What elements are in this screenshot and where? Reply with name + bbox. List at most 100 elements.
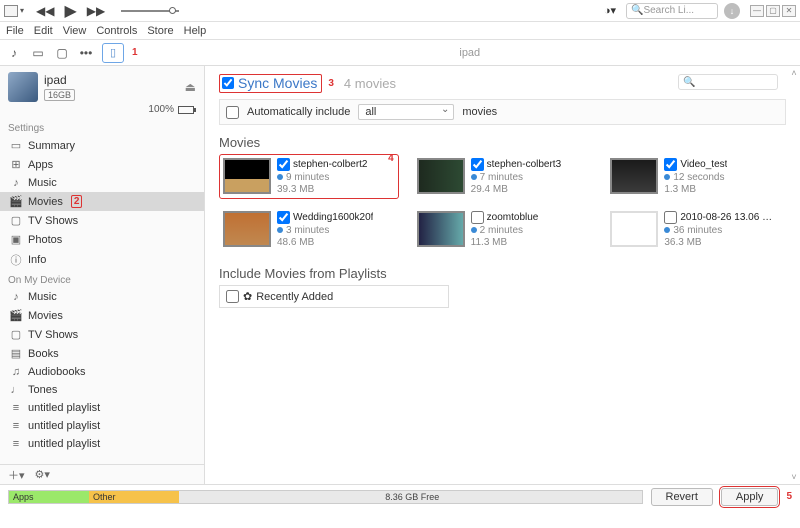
- movies-section-title: Movies: [219, 135, 786, 150]
- sidebar-footer: ＋▾ ⚙▾: [0, 464, 204, 484]
- sidebar-item-label: Apps: [28, 159, 53, 171]
- sidebar-item-label: Tones: [28, 384, 57, 396]
- menu-view[interactable]: View: [63, 25, 87, 37]
- menu-edit[interactable]: Edit: [34, 25, 53, 37]
- main-panel: 🔍 Sync Movies 3 4 movies Automatically i…: [205, 66, 800, 484]
- unwatched-dot-icon: [471, 227, 477, 233]
- movie-checkbox[interactable]: [277, 211, 290, 224]
- sidebar-item-label: TV Shows: [28, 215, 78, 227]
- sidebar-item-label: Movies: [28, 310, 63, 322]
- callout-5: 5: [786, 491, 792, 502]
- account-menu[interactable]: ◑▾: [600, 4, 620, 18]
- device-button[interactable]: ▯: [102, 43, 124, 63]
- menu-help[interactable]: Help: [184, 25, 207, 37]
- movie-thumbnail: [223, 158, 271, 194]
- movie-name: zoomtoblue: [487, 212, 539, 223]
- chevron-down-icon: ▾: [20, 6, 24, 15]
- sidebar-item-icon: ≡: [10, 420, 22, 432]
- movie-checkbox[interactable]: [277, 158, 290, 171]
- device-thumbnail: [8, 72, 38, 102]
- sidebar-item-untitled-playlist[interactable]: ≡untitled playlist: [0, 435, 204, 453]
- menu-controls[interactable]: Controls: [96, 25, 137, 37]
- movie-size: 36.3 MB: [664, 237, 780, 248]
- device-name: ipad: [44, 73, 75, 87]
- sidebar-item-apps[interactable]: ⊞Apps: [0, 155, 204, 174]
- sidebar-item-music[interactable]: ♪Music: [0, 174, 204, 192]
- movie-name: stephen-colbert2: [293, 159, 368, 170]
- movie-duration: 36 minutes: [664, 225, 780, 236]
- sidebar-item-icon: ▣: [10, 233, 22, 246]
- movie-duration: 3 minutes: [277, 225, 373, 236]
- titlebar: ▾ ◀◀ ▶ ▶▶ ◑▾ 🔍 Search Li... ↓ — ▢ ✕: [0, 0, 800, 22]
- settings-gear-icon[interactable]: ⚙▾: [35, 468, 50, 481]
- movie-duration: 7 minutes: [471, 172, 562, 183]
- revert-button[interactable]: Revert: [651, 488, 713, 506]
- callout-3: 3: [328, 78, 334, 89]
- movie-item[interactable]: 2010-08-26 13.06 What...36 minutes36.3 M…: [606, 207, 786, 252]
- close-button[interactable]: ✕: [782, 5, 796, 17]
- movie-item[interactable]: stephen-colbert3 7 minutes29.4 MB: [413, 154, 593, 199]
- eject-icon[interactable]: ⏏: [185, 80, 196, 94]
- bottombar: Apps Other 8.36 GB Free Revert Apply 5: [0, 484, 800, 508]
- movie-item[interactable]: Video_test12 seconds1.3 MB: [606, 154, 786, 199]
- volume-slider[interactable]: [121, 10, 179, 12]
- tv-tab-icon[interactable]: ▢: [54, 46, 70, 60]
- sidebar-item-label: Music: [28, 177, 57, 189]
- forward-button[interactable]: ▶▶: [87, 4, 105, 18]
- sidebar-item-movies[interactable]: 🎬Movies2: [0, 192, 204, 211]
- movie-duration: 2 minutes: [471, 225, 539, 236]
- sidebar-item-label: untitled playlist: [28, 420, 100, 432]
- sidebar-item-icon: ▢: [10, 328, 22, 341]
- add-button[interactable]: ＋▾: [8, 467, 25, 483]
- breadcrumb[interactable]: ipad: [459, 47, 480, 59]
- sidebar-item-untitled-playlist[interactable]: ≡untitled playlist: [0, 399, 204, 417]
- sidebar-item-movies[interactable]: 🎬Movies: [0, 306, 204, 325]
- sidebar-item-tv-shows[interactable]: ▢TV Shows: [0, 211, 204, 230]
- sidebar-item-audiobooks[interactable]: ♫Audiobooks: [0, 363, 204, 381]
- sidebar-item-books[interactable]: ▤ Books: [0, 344, 204, 363]
- sidebar-item-tones[interactable]: ♩Tones: [0, 381, 204, 399]
- movie-item[interactable]: stephen-colbert29 minutes39.3 MB4: [219, 154, 399, 199]
- play-button[interactable]: ▶: [64, 1, 76, 21]
- search-input[interactable]: 🔍 Search Li...: [626, 3, 718, 19]
- sidebar-item-tv-shows[interactable]: ▢TV Shows: [0, 325, 204, 344]
- menu-file[interactable]: File: [6, 25, 24, 37]
- main-scrollbar[interactable]: ˄˅: [788, 66, 800, 484]
- sidebar: ipad 16GB ⏏ 100% Settings ▭Summary⊞Apps♪…: [0, 66, 205, 484]
- movie-item[interactable]: zoomtoblue 2 minutes11.3 MB: [413, 207, 593, 252]
- music-tab-icon[interactable]: ♪: [6, 46, 22, 60]
- movie-name: stephen-colbert3: [487, 159, 562, 170]
- movie-checkbox[interactable]: [664, 158, 677, 171]
- auto-include-checkbox[interactable]: [226, 106, 239, 119]
- panel-search-input[interactable]: 🔍: [678, 74, 778, 90]
- playlists-box: ✿ Recently Added: [219, 285, 449, 308]
- movie-checkbox[interactable]: [471, 158, 484, 171]
- movies-tab-icon[interactable]: ▭: [30, 46, 46, 60]
- sidebar-item-untitled-playlist[interactable]: ≡ untitled playlist: [0, 417, 204, 435]
- movie-size: 29.4 MB: [471, 184, 562, 195]
- movie-checkbox[interactable]: [471, 211, 484, 224]
- sync-movies-checkbox[interactable]: [222, 77, 234, 89]
- library-dropdown[interactable]: [4, 5, 18, 17]
- playlist-checkbox[interactable]: [226, 290, 239, 303]
- movie-size: 11.3 MB: [471, 237, 539, 248]
- auto-include-select[interactable]: all: [358, 104, 454, 120]
- sidebar-item-label: Music: [28, 291, 57, 303]
- sidebar-item-icon: ▤: [10, 347, 22, 360]
- menu-store[interactable]: Store: [147, 25, 173, 37]
- movie-item[interactable]: Wedding1600k20f3 minutes48.6 MB: [219, 207, 399, 252]
- maximize-button[interactable]: ▢: [766, 5, 780, 17]
- rewind-button[interactable]: ◀◀: [36, 4, 54, 18]
- movie-checkbox[interactable]: [664, 211, 677, 224]
- apply-button[interactable]: Apply: [721, 488, 779, 506]
- more-tab-icon[interactable]: •••: [78, 46, 94, 60]
- sidebar-item-info[interactable]: ⓘInfo: [0, 249, 204, 271]
- minimize-button[interactable]: —: [750, 5, 764, 17]
- storage-other: Other: [89, 491, 179, 503]
- sidebar-item-summary[interactable]: ▭Summary: [0, 136, 204, 155]
- sidebar-item-label: Books: [28, 348, 59, 360]
- movie-name: Video_test: [680, 159, 727, 170]
- sidebar-item-music[interactable]: ♪Music: [0, 288, 204, 306]
- downloads-button[interactable]: ↓: [724, 3, 740, 19]
- sidebar-item-photos[interactable]: ▣Photos: [0, 230, 204, 249]
